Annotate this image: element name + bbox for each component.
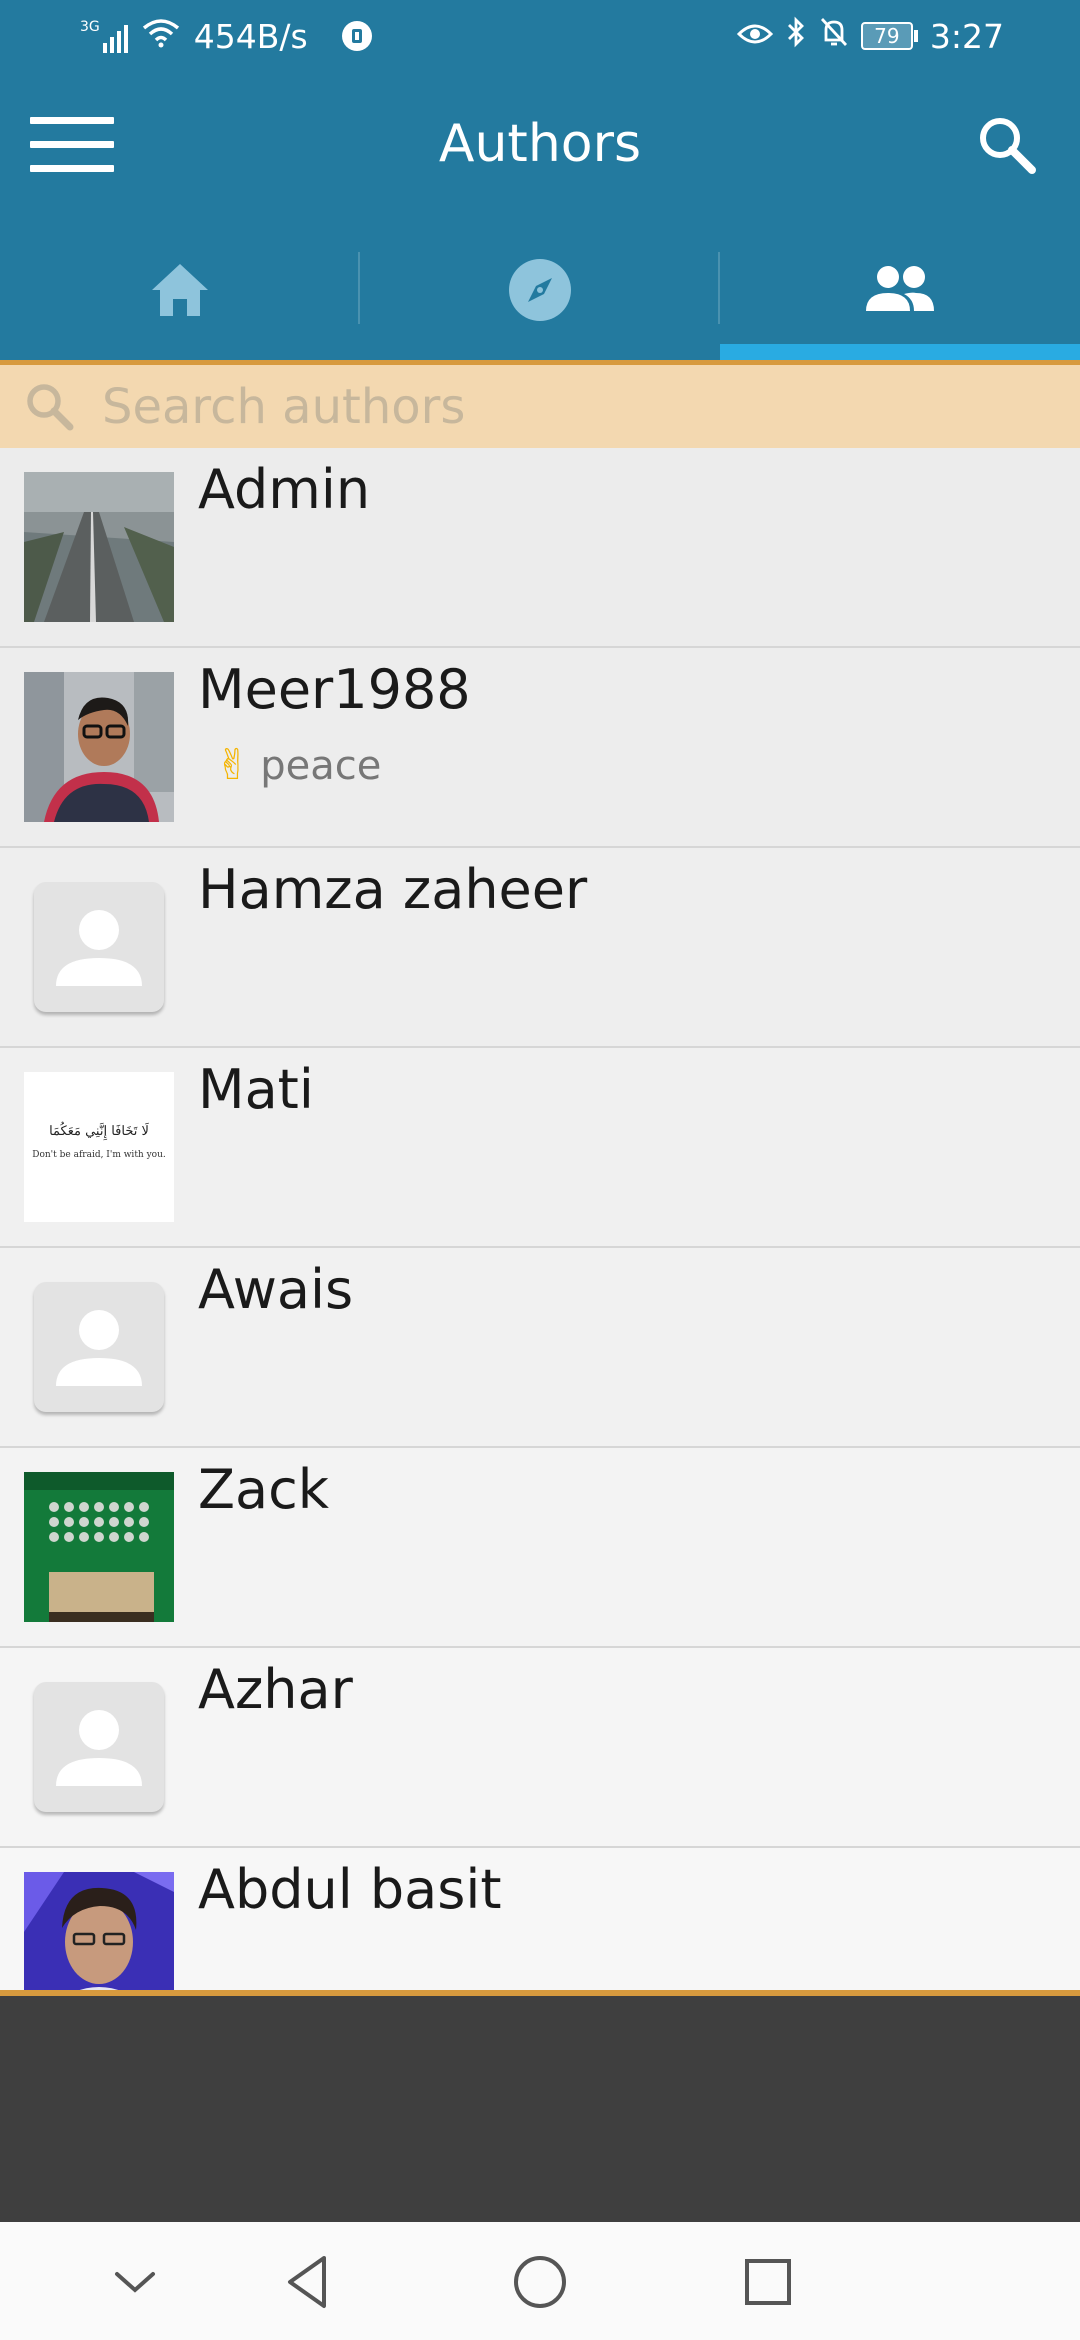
- compass-icon: [509, 259, 571, 321]
- avatar: [24, 472, 174, 622]
- system-nav-bar: [0, 2222, 1080, 2340]
- search-icon: [980, 118, 1036, 174]
- avatar-arabic-text: لَا تَخَافَا إِنَّنِي مَعَكُمَا: [49, 1124, 149, 1139]
- hide-nav-button[interactable]: [105, 2252, 165, 2312]
- home-icon: [152, 264, 208, 316]
- avatar: [24, 1872, 174, 1992]
- divider: [0, 1990, 1080, 1996]
- mute-bell-icon: [819, 16, 849, 56]
- avatar-placeholder: [34, 1682, 164, 1812]
- network-type: 3G: [80, 19, 100, 35]
- list-item[interactable]: Abdul basit: [0, 1848, 1080, 1992]
- back-button[interactable]: [278, 2252, 338, 2312]
- search-button[interactable]: [974, 112, 1040, 178]
- avatar: [24, 672, 174, 822]
- author-name: Awais: [198, 1258, 354, 1321]
- person-icon: [56, 1310, 142, 1386]
- clock: 3:27: [929, 16, 1004, 56]
- tab-bar: [0, 220, 1080, 360]
- list-item[interactable]: Awais: [0, 1248, 1080, 1448]
- active-tab-indicator: [720, 344, 1080, 360]
- author-name: Hamza zaheer: [198, 858, 588, 921]
- search-bar: [0, 365, 1080, 448]
- wifi-icon: [142, 17, 180, 56]
- avatar-quote-text: Don't be afraid, I'm with you.: [32, 1150, 166, 1160]
- avatar-placeholder: [34, 882, 164, 1012]
- list-item[interactable]: Zack: [0, 1448, 1080, 1648]
- author-name: Zack: [198, 1458, 330, 1521]
- back-triangle-icon: [288, 2256, 326, 2308]
- author-name: Mati: [198, 1058, 314, 1121]
- list-item[interactable]: Meer1988 ✌ peace: [0, 648, 1080, 848]
- home-button[interactable]: [510, 2252, 570, 2312]
- victory-hand-icon: ✌: [215, 740, 251, 789]
- app-bar: Authors: [0, 72, 1080, 220]
- search-input[interactable]: [102, 378, 1002, 435]
- tab-explore[interactable]: [360, 220, 720, 360]
- list-item[interactable]: لَا تَخَافَا إِنَّنِي مَعَكُمَا Don't be…: [0, 1048, 1080, 1248]
- eye-icon: [736, 17, 774, 56]
- authors-list: Admin Meer1988 ✌ peace Hamza zaheer لَا …: [0, 448, 1080, 1992]
- network-speed: 454B/s: [193, 16, 308, 56]
- page-title: Authors: [438, 114, 642, 174]
- bluetooth-icon: [785, 16, 807, 56]
- recents-square-icon: [745, 2259, 791, 2305]
- recents-button[interactable]: [738, 2252, 798, 2312]
- tab-authors[interactable]: [720, 220, 1080, 360]
- list-item[interactable]: Hamza zaheer: [0, 848, 1080, 1048]
- list-item[interactable]: Azhar: [0, 1648, 1080, 1848]
- avatar-placeholder: [34, 1282, 164, 1412]
- battery-icon: 79: [860, 22, 918, 50]
- person-icon: [56, 1710, 142, 1786]
- chevron-down-icon: [115, 2272, 155, 2293]
- people-icon: [866, 266, 934, 311]
- status-bar: 3G 454B/s 79 3:27: [0, 0, 1080, 72]
- author-name: Admin: [198, 458, 371, 521]
- author-name: Meer1988: [198, 658, 471, 721]
- list-item[interactable]: Admin: [0, 448, 1080, 648]
- avatar: [24, 1472, 174, 1622]
- app-notification-icon: [341, 21, 372, 51]
- author-status: ✌ peace: [215, 740, 381, 789]
- search-icon: [27, 383, 74, 430]
- home-circle-icon: [514, 2256, 566, 2308]
- person-icon: [56, 910, 142, 986]
- battery-level: 79: [860, 22, 913, 50]
- status-text: peace: [260, 743, 382, 789]
- author-name: Abdul basit: [198, 1858, 502, 1921]
- signal-icon: 3G: [80, 19, 128, 53]
- tab-home[interactable]: [0, 220, 360, 360]
- author-name: Azhar: [198, 1658, 353, 1721]
- avatar: لَا تَخَافَا إِنَّنِي مَعَكُمَا Don't be…: [24, 1072, 174, 1222]
